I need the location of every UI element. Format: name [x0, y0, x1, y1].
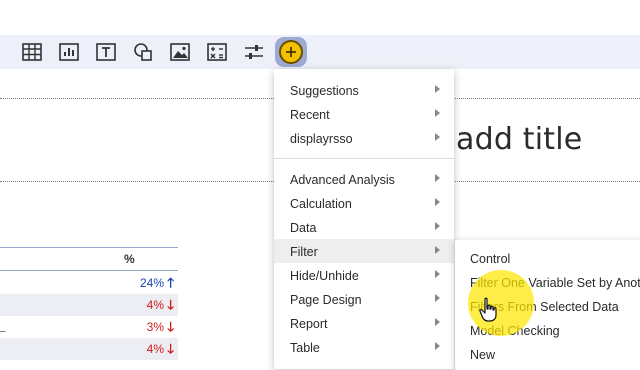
menu-item-label: Hide/Unhide [290, 269, 359, 283]
menu-item-label: displayrsso [290, 132, 353, 146]
table-cell-value: 4% [146, 342, 164, 356]
table-icon[interactable] [20, 40, 44, 64]
table-row: – 3% 🡓 [0, 316, 178, 338]
table-row: 24% 🡑 [0, 272, 178, 294]
menu-separator [274, 158, 454, 159]
chevron-right-icon [435, 198, 440, 206]
menu-item-hide-unhide[interactable]: Hide/Unhide [274, 263, 454, 287]
menu-item-label: Suggestions [290, 84, 359, 98]
menu-item-page-design[interactable]: Page Design [274, 287, 454, 311]
menu-item-label: Recent [290, 108, 330, 122]
menu-item-label: Table [290, 341, 320, 355]
menu-item-label: Advanced Analysis [290, 173, 395, 187]
menu-item-calculation[interactable]: Calculation [274, 191, 454, 215]
menu-item-table[interactable]: Table [274, 335, 454, 359]
chevron-right-icon [435, 270, 440, 278]
menu-item-displayrsso[interactable]: displayrsso [274, 126, 454, 150]
shapes-icon[interactable] [131, 40, 155, 64]
menu-item-advanced-analysis[interactable]: Advanced Analysis [274, 167, 454, 191]
row-marker: – [0, 326, 6, 337]
chevron-right-icon [435, 85, 440, 93]
menu-item-filter[interactable]: Filter [274, 239, 454, 263]
plus-icon [279, 40, 303, 64]
calculation-icon[interactable] [205, 40, 229, 64]
chevron-right-icon [435, 174, 440, 182]
table-cell-value: 4% [146, 298, 164, 312]
table-cell-value: 24% [139, 276, 164, 290]
add-button[interactable] [275, 37, 307, 67]
menu-item-suggestions[interactable]: Suggestions [274, 78, 454, 102]
sliders-icon[interactable] [242, 40, 266, 64]
chevron-right-icon [435, 294, 440, 302]
image-icon[interactable] [168, 40, 192, 64]
table-cell-value: 3% [146, 320, 164, 334]
toolbar [0, 35, 640, 69]
menu-item-label: Report [290, 317, 328, 331]
hand-cursor-icon [479, 297, 497, 322]
menu-item-report[interactable]: Report [274, 311, 454, 335]
chevron-right-icon [435, 318, 440, 326]
table-header-border [0, 270, 178, 271]
menu-item-label: Calculation [290, 197, 352, 211]
text-icon[interactable] [94, 40, 118, 64]
menu-item-label: Page Design [290, 293, 362, 307]
table-header-border [0, 247, 178, 248]
page-title-placeholder[interactable]: add title [456, 122, 582, 157]
chart-icon[interactable] [57, 40, 81, 64]
add-menu: Suggestions Recent displayrsso Advanced … [274, 69, 454, 369]
submenu-item-control[interactable]: Control [470, 252, 510, 266]
chevron-right-icon [435, 109, 440, 117]
chevron-right-icon [435, 246, 440, 254]
menu-item-label: Data [290, 221, 317, 235]
menu-item-data[interactable]: Data [274, 215, 454, 239]
menu-item-label: Filter [290, 245, 318, 259]
arrow-down-icon: 🡓 [167, 319, 174, 334]
arrow-down-icon: 🡓 [167, 297, 174, 312]
menu-item-recent[interactable]: Recent [274, 102, 454, 126]
arrow-up-icon: 🡑 [167, 275, 174, 290]
chevron-right-icon [435, 342, 440, 350]
table-row: 4% 🡓 [0, 294, 178, 316]
chevron-right-icon [435, 133, 440, 141]
arrow-down-icon: 🡓 [167, 341, 174, 356]
table-row: 4% 🡓 [0, 338, 178, 360]
chevron-right-icon [435, 222, 440, 230]
table-column-header: % [124, 252, 135, 266]
